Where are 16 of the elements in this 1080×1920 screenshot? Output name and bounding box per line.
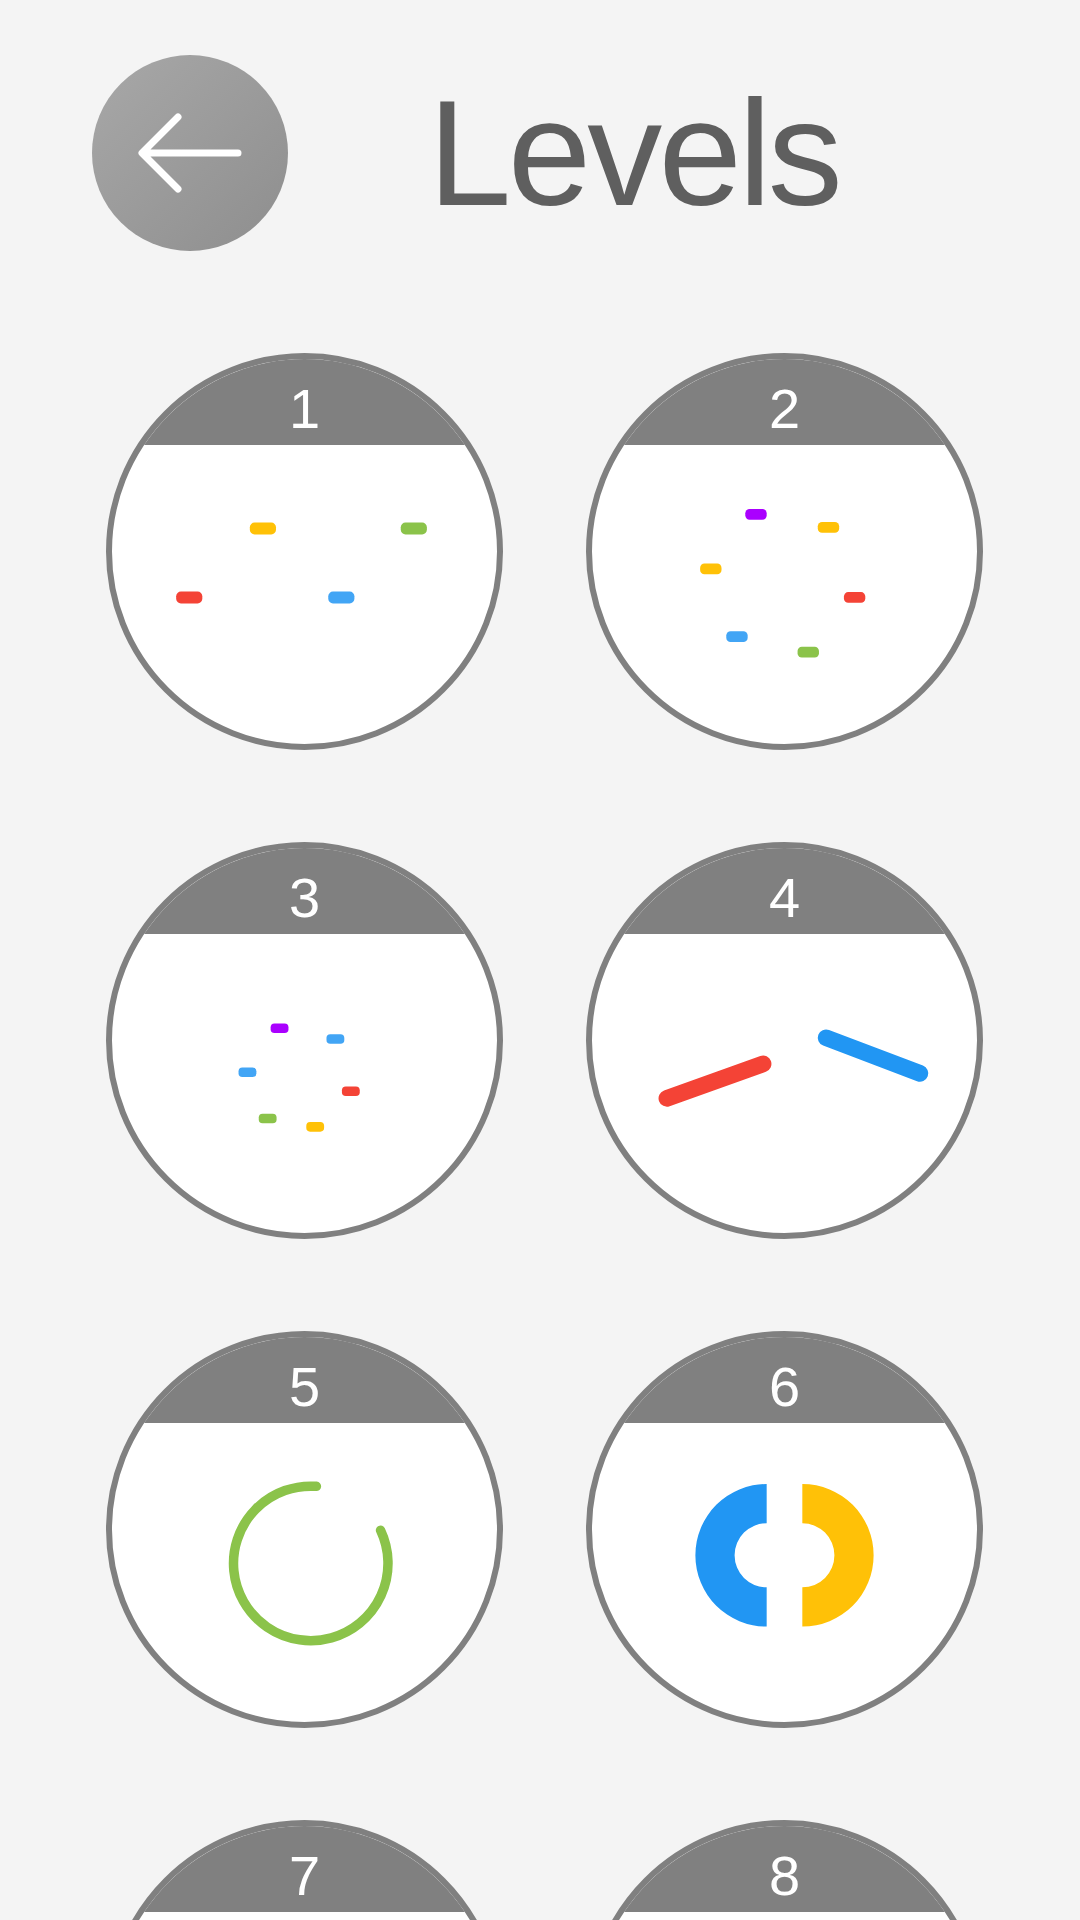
page-title: Levels bbox=[428, 78, 840, 228]
level-button[interactable]: 1 bbox=[106, 353, 503, 750]
level-number: 3 bbox=[288, 870, 321, 926]
level-number: 2 bbox=[768, 381, 801, 437]
level-number: 1 bbox=[288, 381, 321, 437]
level-button[interactable]: 4 bbox=[586, 842, 983, 1239]
level-button[interactable]: 6 bbox=[586, 1331, 983, 1728]
level-button[interactable]: 5 bbox=[106, 1331, 503, 1728]
level-number: 5 bbox=[288, 1359, 321, 1415]
level-button[interactable]: 2 bbox=[586, 353, 983, 750]
level-number: 8 bbox=[768, 1848, 801, 1904]
level-number: 4 bbox=[768, 870, 801, 926]
level-button[interactable]: 3 bbox=[106, 842, 503, 1239]
level-number: 6 bbox=[768, 1359, 801, 1415]
back-arrow-icon bbox=[138, 113, 242, 193]
level-number: 7 bbox=[288, 1848, 321, 1904]
